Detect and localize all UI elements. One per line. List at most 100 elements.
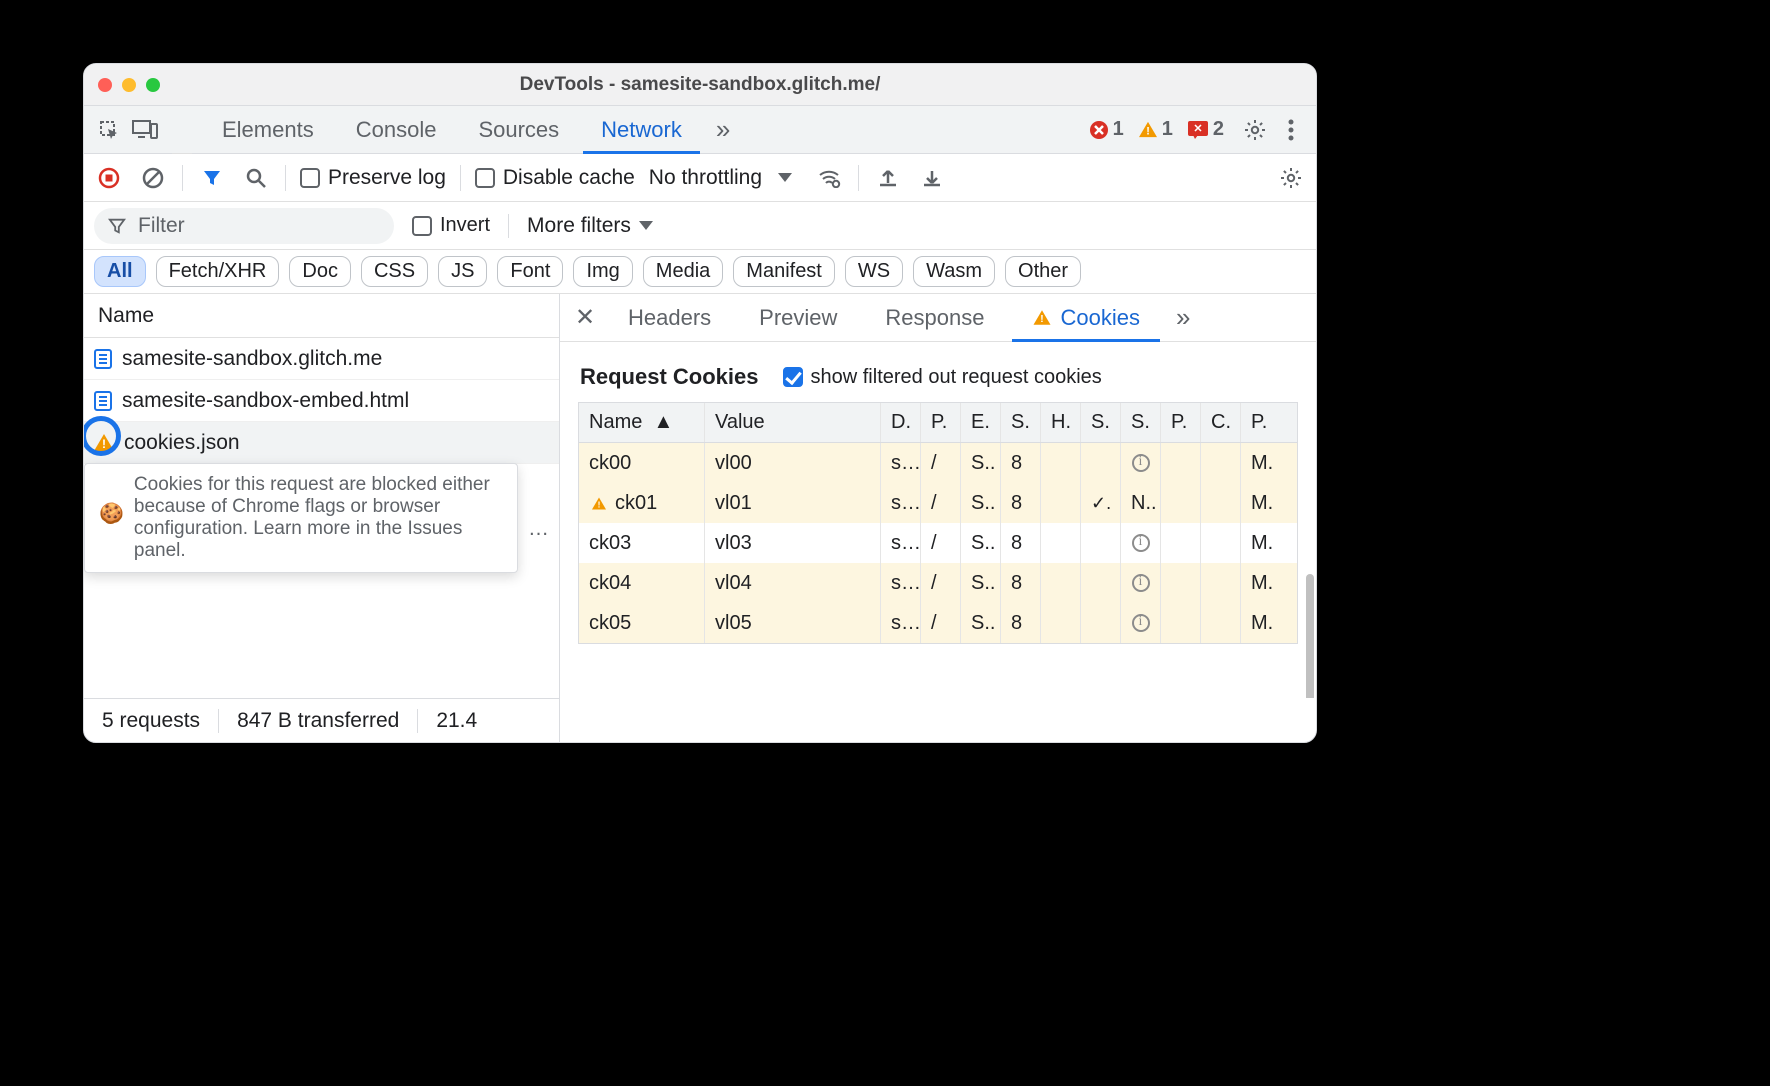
th-value[interactable]: Value [705, 403, 881, 442]
request-row[interactable]: samesite-sandbox-embed.html [84, 380, 559, 422]
cookies-cell: vl04 [705, 563, 881, 603]
throttling-value: No throttling [649, 166, 762, 190]
network-settings-icon[interactable] [1276, 163, 1306, 193]
chip-fetchxhr[interactable]: Fetch/XHR [156, 256, 280, 287]
inspect-icon[interactable] [94, 115, 124, 145]
svg-text:✕: ✕ [1193, 123, 1202, 135]
invert-label: Invert [440, 214, 490, 237]
details-pane: ✕ Headers Preview Response Cookies » Req… [560, 294, 1316, 698]
chip-all[interactable]: All [94, 256, 146, 287]
message-count[interactable]: ✕ 2 [1187, 118, 1224, 141]
search-icon[interactable] [241, 163, 271, 193]
th-d[interactable]: D. [881, 403, 921, 442]
th-h[interactable]: H. [1041, 403, 1081, 442]
th-c[interactable]: C. [1201, 403, 1241, 442]
cookies-cell [1201, 523, 1241, 563]
invert-checkbox[interactable]: Invert [412, 214, 490, 237]
network-body: Name samesite-sandbox.glitch.me samesite… [84, 294, 1316, 698]
cookies-cell: / [921, 443, 961, 483]
upload-har-icon[interactable] [873, 163, 903, 193]
chip-other[interactable]: Other [1005, 256, 1081, 287]
cookies-cell: ck05 [579, 603, 705, 643]
tab-elements[interactable]: Elements [204, 106, 332, 154]
request-type-chips: All Fetch/XHR Doc CSS JS Font Img Media … [84, 250, 1316, 294]
filter-input[interactable]: Filter [94, 208, 394, 244]
chip-doc[interactable]: Doc [289, 256, 351, 287]
cookies-table-row[interactable]: ck04vl04s…/S..8M. [579, 563, 1297, 603]
cookies-cell [1041, 483, 1081, 523]
close-details-button[interactable]: ✕ [570, 303, 600, 332]
throttling-select[interactable]: No throttling [649, 166, 800, 190]
tab-console[interactable]: Console [338, 106, 455, 154]
cookies-cell [1081, 523, 1121, 563]
th-e[interactable]: E. [961, 403, 1001, 442]
requests-header[interactable]: Name [84, 294, 559, 338]
tab-network[interactable]: Network [583, 106, 700, 154]
chip-media[interactable]: Media [643, 256, 723, 287]
funnel-icon [108, 217, 126, 235]
chip-font[interactable]: Font [497, 256, 563, 287]
th-s2[interactable]: S. [1081, 403, 1121, 442]
clear-button[interactable] [138, 163, 168, 193]
download-har-icon[interactable] [917, 163, 947, 193]
info-icon [1132, 534, 1150, 552]
cookies-cell [1121, 443, 1161, 483]
details-tabs-overflow[interactable]: » [1168, 294, 1198, 342]
th-p2[interactable]: P. [1161, 403, 1201, 442]
more-filters-label: More filters [527, 214, 631, 238]
tab-headers[interactable]: Headers [608, 294, 731, 342]
cookies-cell: 8 [1001, 563, 1041, 603]
chip-css[interactable]: CSS [361, 256, 428, 287]
record-button[interactable] [94, 163, 124, 193]
issues-cluster[interactable]: 1 1 ✕ 2 [1089, 118, 1224, 141]
chip-ws[interactable]: WS [845, 256, 903, 287]
tab-preview[interactable]: Preview [739, 294, 857, 342]
status-time: 21.4 [418, 709, 495, 733]
th-s3[interactable]: S. [1121, 403, 1161, 442]
cookies-cell: s… [881, 523, 921, 563]
tab-cookies-label: Cookies [1060, 305, 1139, 331]
th-p[interactable]: P. [921, 403, 961, 442]
preserve-log-label: Preserve log [328, 166, 446, 190]
cookies-table-head[interactable]: Name ▲ Value D. P. E. S. H. S. S. P. C. … [579, 403, 1297, 443]
tab-response[interactable]: Response [865, 294, 1004, 342]
warning-count[interactable]: 1 [1138, 118, 1173, 141]
more-filters-dropdown[interactable]: More filters [527, 214, 653, 238]
th-s[interactable]: S. [1001, 403, 1041, 442]
scrollbar[interactable] [1306, 574, 1314, 698]
main-tabs-overflow[interactable]: » [706, 106, 740, 154]
cookies-table-row[interactable]: ck05vl05s…/S..8M. [579, 603, 1297, 643]
cookies-cell: S.. [961, 443, 1001, 483]
cookies-cell: S.. [961, 483, 1001, 523]
chip-img[interactable]: Img [573, 256, 632, 287]
network-conditions-icon[interactable] [814, 163, 844, 193]
cookies-cell [1041, 523, 1081, 563]
disable-cache-checkbox[interactable]: Disable cache [475, 166, 635, 190]
settings-icon[interactable] [1240, 115, 1270, 145]
chip-manifest[interactable]: Manifest [733, 256, 835, 287]
th-p3[interactable]: P. [1241, 403, 1281, 442]
chip-wasm[interactable]: Wasm [913, 256, 995, 287]
request-row[interactable]: samesite-sandbox.glitch.me [84, 338, 559, 380]
more-icon[interactable] [1276, 115, 1306, 145]
request-row[interactable]: cookies.json [84, 422, 559, 464]
filter-placeholder: Filter [138, 214, 185, 238]
show-filtered-checkbox[interactable]: show filtered out request cookies [783, 366, 1102, 389]
tab-sources[interactable]: Sources [460, 106, 577, 154]
document-icon [94, 348, 112, 370]
th-name[interactable]: Name ▲ [579, 403, 705, 442]
cookies-cell: S.. [961, 523, 1001, 563]
device-icon[interactable] [130, 115, 160, 145]
tab-cookies[interactable]: Cookies [1012, 294, 1159, 342]
cookies-cell: ✓. [1081, 483, 1121, 523]
info-icon [1132, 614, 1150, 632]
filter-icon[interactable] [197, 163, 227, 193]
error-count[interactable]: 1 [1089, 118, 1124, 141]
cookies-table-row[interactable]: ck00vl00s…/S..8M. [579, 443, 1297, 483]
show-filtered-label: show filtered out request cookies [811, 366, 1102, 389]
chip-js[interactable]: JS [438, 256, 487, 287]
preserve-log-checkbox[interactable]: Preserve log [300, 166, 446, 190]
cookies-table-row[interactable]: ck03vl03s…/S..8M. [579, 523, 1297, 563]
cookies-table-row[interactable]: ck01vl01s…/S..8✓.N..M. [579, 483, 1297, 523]
cookies-cell: ck03 [579, 523, 705, 563]
